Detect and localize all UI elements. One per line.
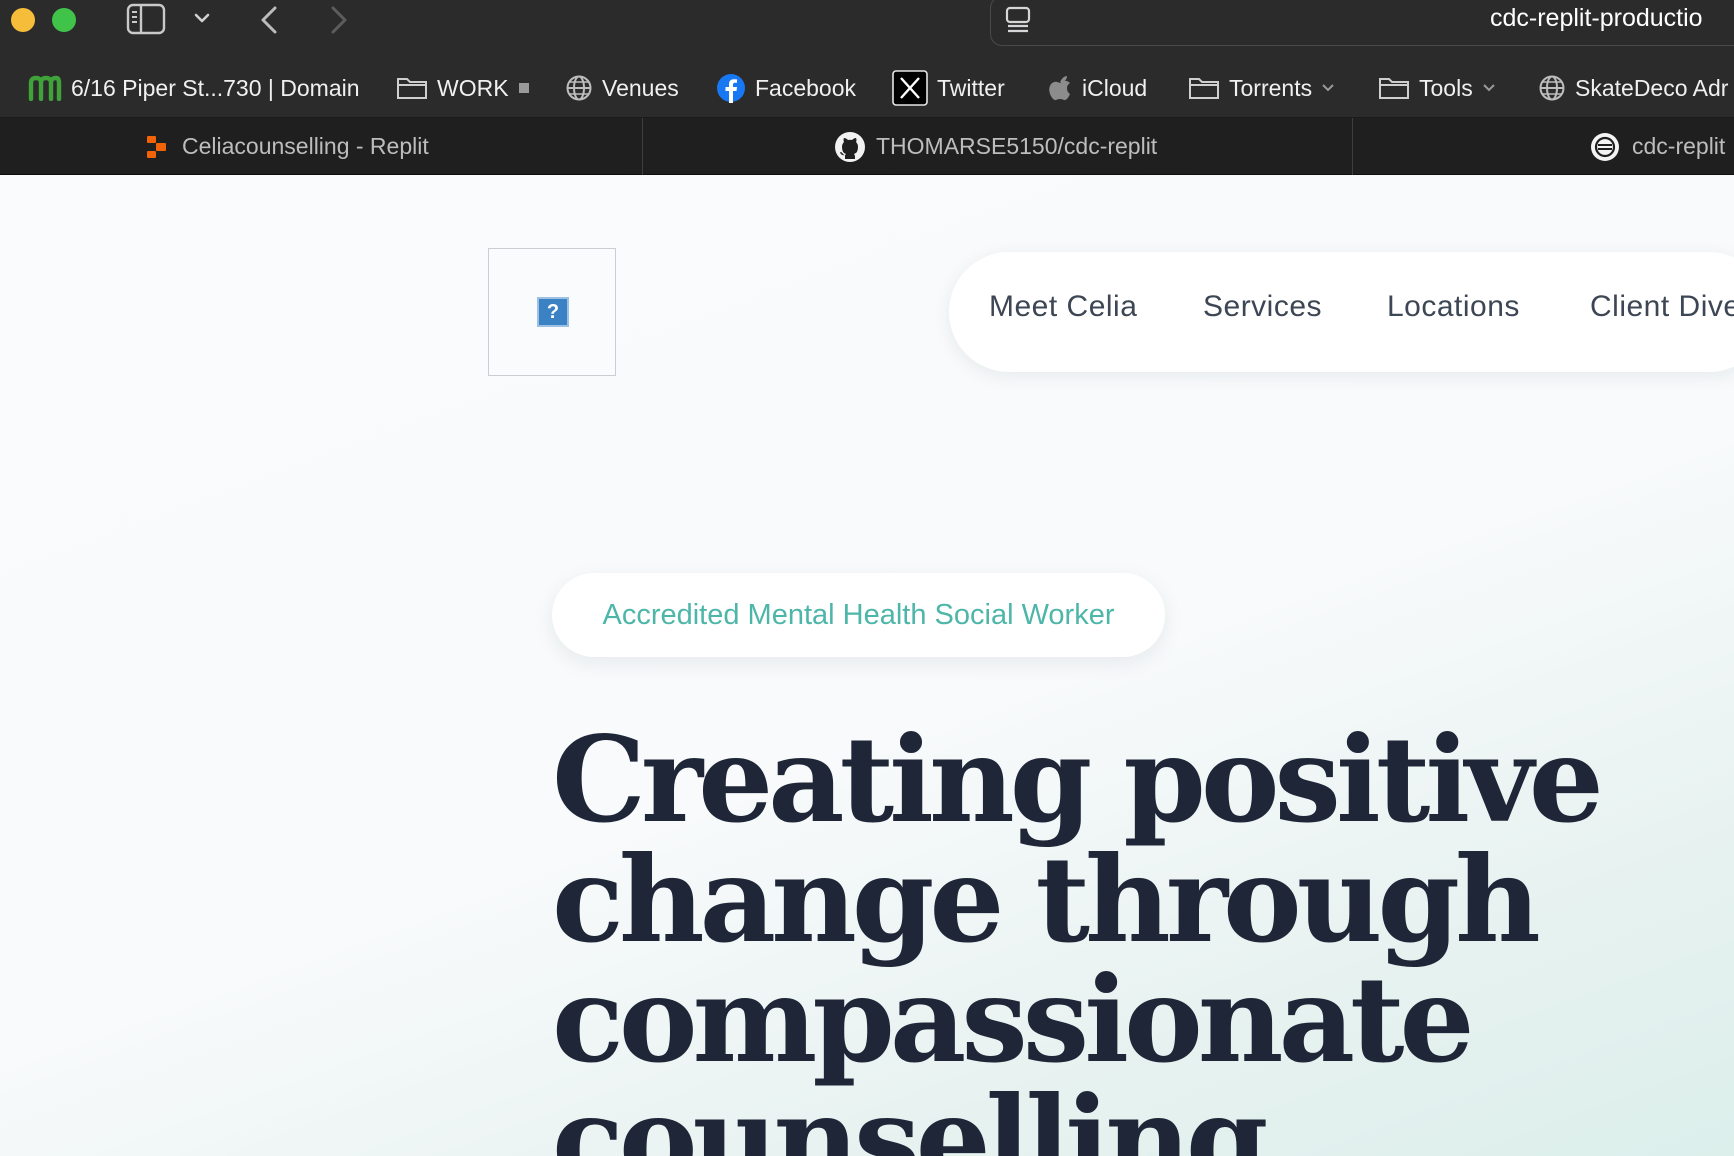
minimize-window-button[interactable] (11, 8, 35, 32)
tab-divider (642, 118, 643, 175)
more-indicator-icon (518, 83, 529, 93)
globe-icon (566, 75, 592, 101)
bookmark-twitter[interactable]: Twitter (892, 70, 1005, 106)
bookmark-tools[interactable]: Tools (1378, 73, 1497, 103)
headline-word-positive: positive (1123, 710, 1604, 849)
x-twitter-icon (892, 70, 928, 106)
tab-label: Celiacounselling - Replit (182, 133, 429, 159)
folder-icon (1379, 78, 1409, 99)
chevron-down-icon (1322, 84, 1334, 92)
tab-github[interactable]: THOMARSE5150/cdc-replit (834, 118, 1157, 175)
github-icon (835, 131, 865, 162)
chevron-down-icon (1482, 84, 1495, 92)
bookmark-torrents[interactable]: Torrents (1188, 73, 1336, 103)
nav-services[interactable]: Services (1203, 290, 1322, 324)
back-arrow-icon[interactable] (258, 4, 282, 36)
nav-meet-celia[interactable]: Meet Celia (989, 290, 1137, 324)
credential-badge: Accredited Mental Health Social Worker (552, 573, 1165, 657)
bookmark-venues[interactable]: Venues (565, 73, 679, 103)
bookmark-work[interactable]: WORK (396, 73, 529, 103)
browser-titlebar: cdc-replit-productio (0, 0, 1734, 56)
bookmark-label: Torrents (1229, 74, 1313, 101)
replit-icon (147, 135, 166, 158)
bookmark-facebook[interactable]: Facebook (716, 73, 856, 103)
address-text[interactable]: cdc-replit-productio (1490, 4, 1703, 33)
headline-line-4: counselling (552, 1070, 1268, 1156)
page-menu-icon[interactable] (1004, 6, 1032, 34)
site-icon (1591, 132, 1619, 161)
headline-line-3: compassionate (552, 950, 1475, 1089)
nav-client-diversity[interactable]: Client Dive (1590, 290, 1734, 324)
facebook-icon (717, 74, 745, 103)
apple-icon (1049, 76, 1070, 101)
tab-cdc-replit[interactable]: cdc-replit (1590, 118, 1725, 175)
web-page: ? Meet Celia Services Locations Client D… (0, 175, 1734, 1156)
tab-replit[interactable]: Celiacounselling - Replit (146, 118, 429, 175)
tab-bar: Celiacounselling - Replit THOMARSE5150/c… (0, 118, 1734, 175)
tab-label: THOMARSE5150/cdc-replit (876, 133, 1158, 159)
nav-locations[interactable]: Locations (1387, 290, 1520, 324)
bookmark-label: 6/16 Piper St...730 | Domain (71, 74, 360, 101)
bookmarks-bar: 6/16 Piper St...730 | Domain WORK Venues… (0, 56, 1734, 118)
bookmark-label: Tools (1419, 74, 1473, 101)
sidebar-toggle-icon[interactable] (126, 2, 166, 36)
forward-arrow-icon[interactable] (326, 4, 350, 36)
bookmark-skatedeco[interactable]: SkateDeco Adr (1538, 73, 1728, 103)
tab-divider (1352, 118, 1353, 175)
credential-badge-text: Accredited Mental Health Social Worker (602, 598, 1115, 631)
broken-image-icon: ? (537, 297, 569, 327)
folder-icon (397, 78, 427, 99)
site-logo[interactable]: ? (488, 248, 616, 376)
bookmark-label: WORK (437, 74, 509, 101)
bookmark-label: Twitter (937, 74, 1005, 101)
chevron-down-icon[interactable] (190, 6, 214, 30)
headline-line-2: change through (552, 830, 1541, 969)
main-nav: Meet Celia Services Locations Client Div… (949, 252, 1734, 372)
folder-icon (1189, 78, 1219, 99)
bookmark-label: iCloud (1082, 74, 1148, 101)
bookmark-icloud[interactable]: iCloud (1047, 73, 1147, 103)
bookmark-label: Facebook (755, 74, 857, 101)
globe-icon (1539, 75, 1565, 101)
zoom-window-button[interactable] (52, 8, 76, 32)
bookmark-label: SkateDeco Adr (1575, 74, 1729, 101)
bookmark-domain[interactable]: 6/16 Piper St...730 | Domain (28, 73, 360, 103)
bookmark-label: Venues (602, 74, 679, 101)
tab-label: cdc-replit (1632, 133, 1726, 159)
headline-word-creating: Creating (552, 710, 1092, 849)
hero-headline: Creating positive change through compass… (552, 710, 1604, 1156)
domain-m-icon (28, 75, 62, 101)
